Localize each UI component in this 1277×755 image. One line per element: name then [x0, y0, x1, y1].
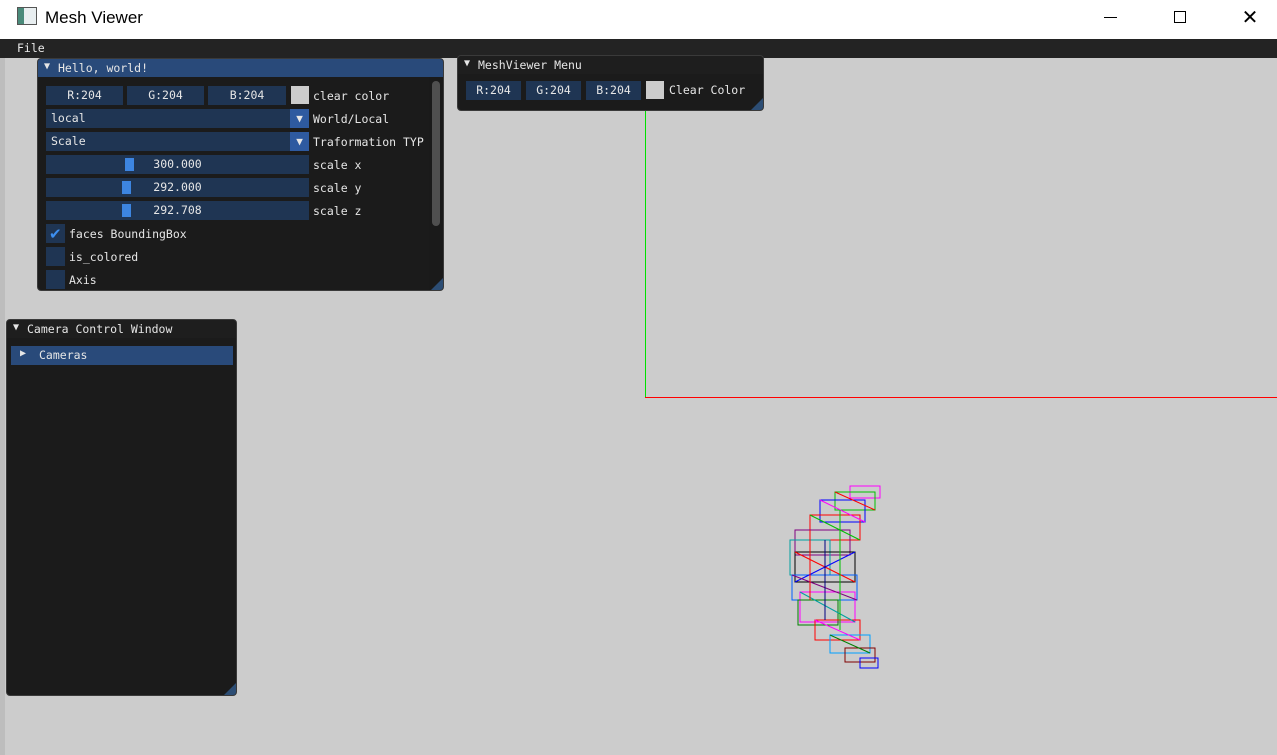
scale-z-slider[interactable]: 292.708	[46, 201, 309, 220]
cameras-label: Cameras	[39, 348, 88, 362]
scale-x-slider[interactable]: 300.000	[46, 155, 309, 174]
transformation-type-value: Scale	[51, 134, 86, 148]
is-colored-checkbox[interactable]	[46, 247, 65, 266]
clear-color-swatch[interactable]	[291, 86, 309, 104]
collapse-icon[interactable]: ▼	[464, 58, 470, 69]
scale-z-label: scale z	[313, 204, 362, 218]
meshviewer-menu-window: ▼ MeshViewer Menu R:204 G:204 B:204 Clea…	[457, 55, 764, 111]
transformation-type-combo[interactable]: Scale ▼	[46, 132, 309, 151]
y-axis-line	[645, 110, 646, 398]
chevron-down-icon[interactable]: ▼	[290, 109, 309, 128]
is-colored-label: is_colored	[69, 250, 139, 264]
hello-world-window: ▼ Hello, world! R:204 G:204 B:204 clear …	[37, 58, 444, 291]
world-local-value: local	[51, 111, 86, 125]
vertical-scrollbar[interactable]	[429, 77, 443, 290]
collapse-icon[interactable]: ▼	[13, 322, 19, 333]
cameras-tree-node[interactable]: ▶ Cameras	[11, 346, 233, 365]
transformation-type-label: Traformation TYP	[313, 135, 424, 149]
axis-checkbox[interactable]	[46, 270, 65, 289]
axis-label: Axis	[69, 273, 97, 287]
clear-color-r-field[interactable]: R:204	[466, 81, 521, 100]
window-title: Mesh Viewer	[45, 8, 143, 27]
scale-y-slider[interactable]: 292.000	[46, 178, 309, 197]
x-axis-line	[645, 397, 1277, 398]
camera-control-title: Camera Control Window	[27, 322, 173, 336]
faces-boundingbox-checkbox[interactable]: ✔	[46, 224, 65, 243]
clear-color-label: clear color	[313, 89, 390, 103]
hello-world-title: Hello, world!	[58, 61, 149, 75]
clear-color-b-field[interactable]: B:204	[586, 81, 641, 100]
window-titlebar: Mesh Viewer ✕	[0, 0, 1277, 39]
camera-control-titlebar[interactable]: ▼ Camera Control Window	[7, 320, 236, 338]
scale-y-label: scale y	[313, 181, 362, 195]
scale-x-label: scale x	[313, 158, 362, 172]
faces-boundingbox-label: faces BoundingBox	[69, 227, 187, 241]
menu-file[interactable]: File	[17, 41, 45, 55]
clear-color-g-field[interactable]: G:204	[526, 81, 581, 100]
clear-color-g-field[interactable]: G:204	[127, 86, 204, 105]
minimize-icon	[1103, 16, 1117, 18]
resize-grip[interactable]	[224, 683, 236, 695]
maximize-icon	[1174, 11, 1186, 23]
wireframe-mesh-icon	[789, 485, 881, 669]
resize-grip[interactable]	[751, 98, 763, 110]
minimize-button[interactable]	[1075, 0, 1145, 34]
viewport-left-edge	[0, 58, 5, 755]
camera-control-window: ▼ Camera Control Window ▶ Cameras	[6, 319, 237, 696]
maximize-button[interactable]	[1145, 0, 1215, 34]
clear-color-r-field[interactable]: R:204	[46, 86, 123, 105]
world-local-combo[interactable]: local ▼	[46, 109, 309, 128]
expand-arrow-icon: ▶	[20, 348, 27, 359]
close-icon: ✕	[1241, 5, 1259, 29]
scrollbar-thumb[interactable]	[432, 81, 440, 226]
meshviewer-menu-titlebar[interactable]: ▼ MeshViewer Menu	[458, 56, 763, 74]
app-icon	[17, 7, 37, 25]
resize-grip[interactable]	[431, 278, 443, 290]
clear-color-swatch[interactable]	[646, 81, 664, 99]
world-local-label: World/Local	[313, 112, 390, 126]
checkmark-icon: ✔	[49, 225, 62, 243]
chevron-down-icon[interactable]: ▼	[290, 132, 309, 151]
collapse-icon[interactable]: ▼	[44, 61, 50, 72]
clear-color-b-field[interactable]: B:204	[208, 86, 286, 105]
clear-color-label: Clear Color	[669, 83, 746, 97]
hello-world-titlebar[interactable]: ▼ Hello, world!	[38, 59, 443, 77]
meshviewer-menu-title: MeshViewer Menu	[478, 58, 582, 72]
close-button[interactable]: ✕	[1215, 0, 1277, 34]
